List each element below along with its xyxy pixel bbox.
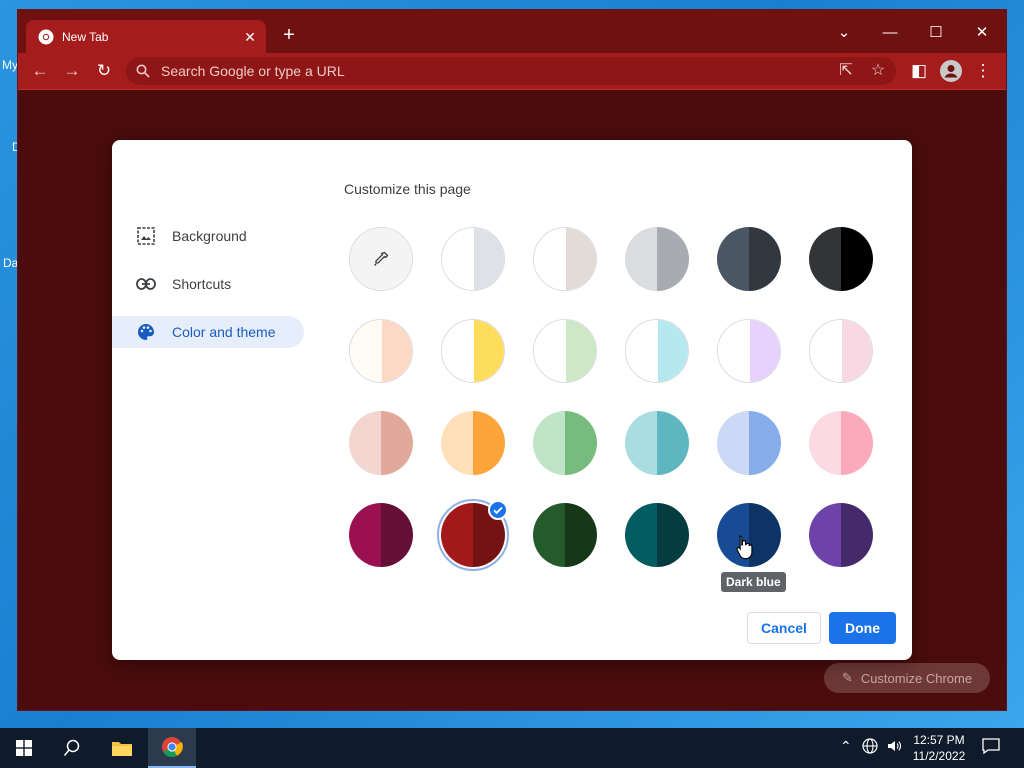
- image-icon: [136, 226, 156, 246]
- nav-item-label: Color and theme: [172, 324, 276, 340]
- tab-search-dropdown-icon[interactable]: ⌄: [821, 18, 867, 48]
- chevron-up-icon[interactable]: ⌃: [840, 738, 852, 755]
- selected-check-icon: [488, 500, 508, 520]
- clock-date: 11/2/2022: [912, 749, 966, 763]
- profile-avatar[interactable]: [939, 59, 963, 83]
- swatch-beige[interactable]: [349, 411, 413, 475]
- tab-close-icon[interactable]: ✕: [240, 29, 260, 46]
- swatch-warm-grey[interactable]: [533, 227, 597, 291]
- nav-item-background[interactable]: Background: [112, 220, 304, 252]
- swatch-light-green[interactable]: [533, 411, 597, 475]
- customize-dialog: Customize this page Background Shortcuts…: [112, 140, 912, 660]
- share-icon[interactable]: ⇱: [834, 59, 858, 83]
- dialog-title: Customize this page: [344, 181, 471, 197]
- omnibox-input[interactable]: [159, 62, 803, 80]
- side-panel-icon[interactable]: ◧: [907, 59, 931, 83]
- omnibox[interactable]: ⇱ ☆: [126, 57, 896, 85]
- globe-icon[interactable]: [862, 738, 878, 757]
- swatch-light-blue[interactable]: [717, 411, 781, 475]
- minimize-button[interactable]: —: [867, 18, 913, 48]
- link-icon: [136, 274, 156, 294]
- menu-kebab-icon[interactable]: ⋮: [971, 59, 995, 83]
- swatch-light-purple-white[interactable]: [717, 319, 781, 383]
- volume-icon[interactable]: [886, 738, 902, 757]
- tab-title: New Tab: [62, 30, 109, 44]
- desktop-label[interactable]: Da: [3, 256, 18, 270]
- cancel-button[interactable]: Cancel: [747, 612, 821, 644]
- search-icon: [136, 64, 150, 78]
- pencil-icon: ✎: [841, 670, 853, 685]
- close-window-button[interactable]: ✕: [959, 18, 1005, 48]
- search-icon[interactable]: [48, 728, 96, 768]
- swatch-default[interactable]: [441, 227, 505, 291]
- windows-start-icon[interactable]: [0, 728, 48, 768]
- swatch-light-teal[interactable]: [625, 411, 689, 475]
- tab-strip: New Tab ✕ + ⌄ — ☐ ✕: [18, 10, 1006, 54]
- swatch-light-pink[interactable]: [809, 411, 873, 475]
- swatch-dark-green[interactable]: [533, 503, 597, 567]
- desktop-label[interactable]: My: [2, 58, 18, 72]
- taskbar: ⌃ 12:57 PM 11/2/2022: [0, 728, 1024, 768]
- bookmark-star-icon[interactable]: ☆: [866, 59, 890, 83]
- nav-item-shortcuts[interactable]: Shortcuts: [112, 268, 304, 300]
- color-swatch-grid: [349, 227, 877, 571]
- nav-item-color-and-theme[interactable]: Color and theme: [112, 316, 304, 348]
- nav-item-label: Shortcuts: [172, 276, 232, 292]
- swatch-light-teal-white[interactable]: [625, 319, 689, 383]
- notification-icon[interactable]: [982, 738, 1000, 757]
- swatch-black[interactable]: [809, 227, 873, 291]
- toolbar: ← → ↻ ⇱ ☆ ◧ ⋮: [18, 53, 1006, 90]
- tab-new-tab[interactable]: New Tab ✕: [26, 20, 266, 54]
- swatch-purple[interactable]: [809, 503, 873, 567]
- chrome-taskbar-icon[interactable]: [148, 728, 196, 768]
- hand-cursor-icon: [736, 535, 753, 560]
- done-button[interactable]: Done: [829, 612, 896, 644]
- file-explorer-icon[interactable]: [98, 728, 146, 768]
- swatch-orange[interactable]: [441, 411, 505, 475]
- nav-item-label: Background: [172, 228, 247, 244]
- swatch-beige-white[interactable]: [349, 319, 413, 383]
- back-icon[interactable]: ←: [28, 59, 52, 83]
- new-tab-button[interactable]: +: [278, 24, 300, 46]
- clock-time: 12:57 PM: [913, 733, 965, 747]
- forward-icon[interactable]: →: [60, 59, 84, 83]
- eyedropper-icon: [374, 251, 389, 266]
- swatch-dark-pink[interactable]: [349, 503, 413, 567]
- palette-icon: [136, 322, 156, 342]
- maximize-button[interactable]: ☐: [913, 18, 959, 48]
- swatch-yellow-white[interactable]: [441, 319, 505, 383]
- swatch-dark-teal[interactable]: [625, 503, 689, 567]
- swatch-grey[interactable]: [717, 227, 781, 291]
- customize-chrome-button[interactable]: ✎ Customize Chrome: [824, 663, 990, 693]
- system-clock[interactable]: 12:57 PM 11/2/2022: [906, 732, 972, 764]
- person-icon: [940, 60, 962, 82]
- dialog-nav: Background Shortcuts Color and theme: [112, 220, 312, 364]
- customize-chrome-label: Customize Chrome: [860, 670, 973, 686]
- swatch-cool-grey[interactable]: [625, 227, 689, 291]
- swatch-custom-color[interactable]: [349, 227, 413, 291]
- chrome-icon: [38, 29, 54, 45]
- swatch-tooltip: Dark blue: [721, 572, 786, 592]
- swatch-pink-white[interactable]: [809, 319, 873, 383]
- reload-icon[interactable]: ↻: [92, 59, 116, 83]
- swatch-green-white[interactable]: [533, 319, 597, 383]
